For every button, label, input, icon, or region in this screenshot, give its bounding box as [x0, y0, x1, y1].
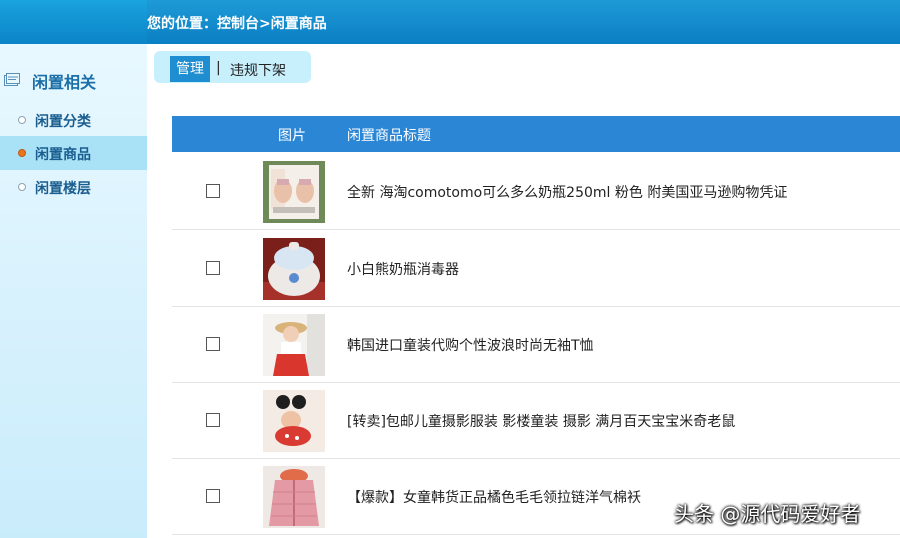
sidebar-heading: 闲置相关 — [0, 68, 147, 92]
baby-mouse-costume-photo — [263, 390, 325, 452]
sidebar-item-idle-floor[interactable]: 闲置楼层 — [0, 170, 147, 204]
breadcrumb: 您的位置：控制台>闲置商品 — [147, 16, 327, 32]
tab-manage[interactable]: 管理 — [170, 56, 210, 82]
row-checkbox[interactable] — [206, 184, 220, 198]
header-logo-area — [0, 0, 147, 44]
top-header-bar: 您的位置：控制台>闲置商品 — [0, 0, 900, 44]
bullet-icon — [18, 149, 26, 157]
column-header-image: 图片 — [278, 128, 306, 144]
sidebar-item-idle-goods[interactable]: 闲置商品 — [0, 136, 147, 170]
tab-bar: 管理 | 违规下架 — [154, 51, 311, 83]
sidebar-item-label: 闲置楼层 — [35, 181, 91, 197]
column-header-title: 闲置商品标题 — [347, 128, 431, 144]
tab-separator: | — [216, 60, 221, 76]
sidebar-item-label: 闲置分类 — [35, 114, 91, 130]
bullet-icon — [18, 116, 26, 124]
row-checkbox[interactable] — [206, 413, 220, 427]
item-title[interactable]: 【爆款】女童韩货正品橘色毛毛领拉链洋气棉袄 — [347, 487, 641, 507]
pink-padded-jacket-photo — [263, 466, 325, 528]
tab-violation-removed[interactable]: 违规下架 — [230, 60, 286, 80]
table-row: [转卖]包邮儿童摄影服装 影楼童装 摄影 满月百天宝宝米奇老鼠 — [172, 382, 900, 459]
sidebar-heading-label: 闲置相关 — [32, 73, 97, 92]
item-title[interactable]: 小白熊奶瓶消毒器 — [347, 259, 459, 279]
sidebar-item-label: 闲置商品 — [35, 147, 91, 163]
sidebar: 闲置相关 闲置分类 闲置商品 闲置楼层 — [0, 44, 147, 538]
item-title[interactable]: [转卖]包邮儿童摄影服装 影楼童装 摄影 满月百天宝宝米奇老鼠 — [347, 411, 735, 431]
sidebar-item-idle-category[interactable]: 闲置分类 — [0, 103, 147, 137]
baby-bottle-box-photo — [263, 161, 325, 223]
item-title[interactable]: 全新 海淘comotomo可么多么奶瓶250ml 粉色 附美国亚马逊购物凭证 — [347, 182, 787, 202]
bottle-sterilizer-photo — [263, 238, 325, 300]
table-row: 韩国进口童装代购个性波浪时尚无袖T恤 — [172, 306, 900, 383]
watermark: 头条 @源代码爱好者 — [674, 502, 861, 526]
row-checkbox[interactable] — [206, 337, 220, 351]
window-icon — [4, 72, 20, 86]
table-row: 全新 海淘comotomo可么多么奶瓶250ml 粉色 附美国亚马逊购物凭证 — [172, 153, 900, 230]
bullet-icon — [18, 183, 26, 191]
row-checkbox[interactable] — [206, 261, 220, 275]
child-in-sun-hat-photo — [263, 314, 325, 376]
row-checkbox[interactable] — [206, 489, 220, 503]
item-title[interactable]: 韩国进口童装代购个性波浪时尚无袖T恤 — [347, 335, 594, 355]
table-row: 小白熊奶瓶消毒器 — [172, 230, 900, 307]
table-header: 图片 闲置商品标题 — [172, 116, 900, 152]
